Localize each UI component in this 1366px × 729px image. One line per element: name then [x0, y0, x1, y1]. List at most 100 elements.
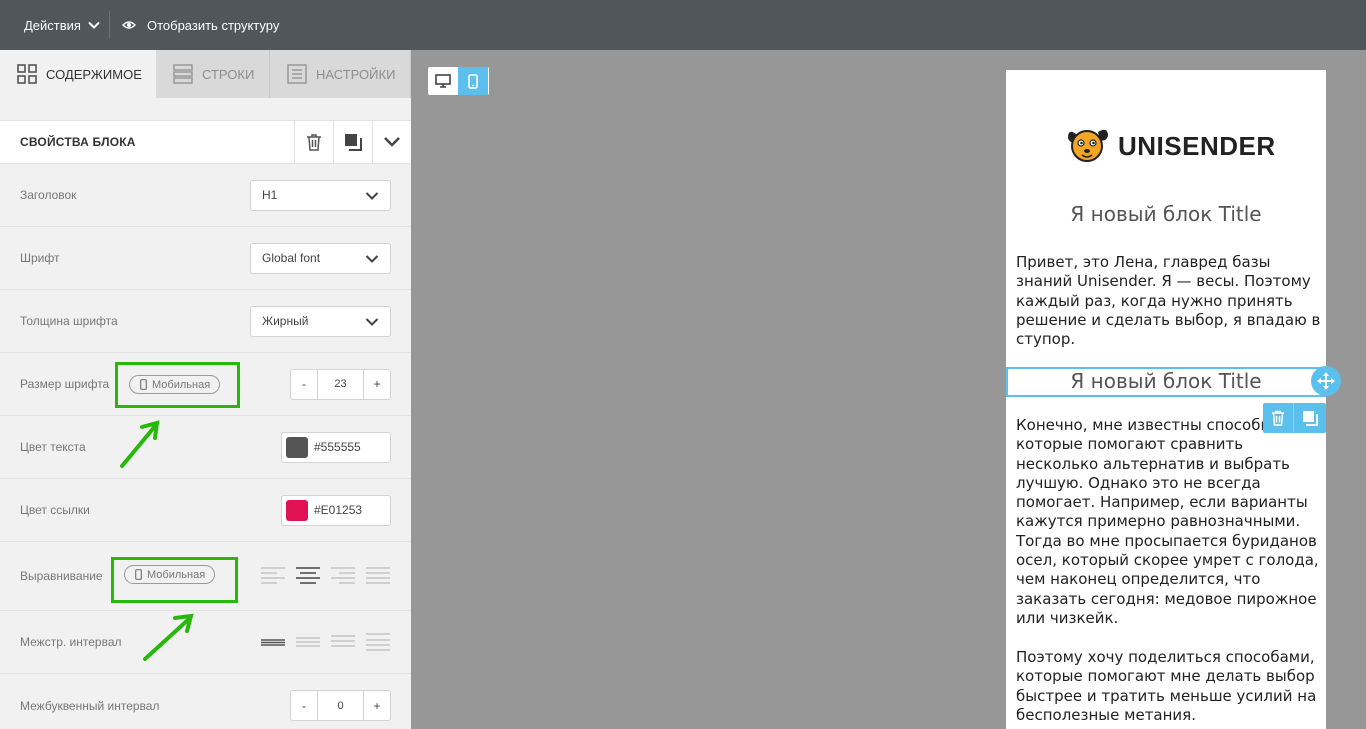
heading-label: Заголовок [20, 188, 77, 202]
heading-value: H1 [262, 188, 278, 202]
font-weight-label: Толщина шрифта [20, 314, 118, 328]
decrement-button[interactable]: - [291, 370, 317, 399]
logo-text: UNISENDER [1118, 130, 1276, 161]
font-weight-value: Жирный [262, 314, 309, 328]
eye-icon [121, 21, 136, 29]
align-left-icon[interactable] [261, 566, 285, 584]
delete-block-button[interactable] [1263, 403, 1294, 433]
text-block[interactable]: Привет, это Лена, главред базы знаний Un… [1016, 253, 1321, 349]
chevron-down-icon [365, 254, 379, 263]
move-arrows-icon [1317, 372, 1335, 390]
line-height-wide-icon[interactable] [331, 633, 355, 651]
font-size-row: Размер шрифта Мобильная - 23 + [0, 353, 411, 416]
block-properties-header: СВОЙСТВА БЛОКА [0, 120, 411, 164]
alignment-label: Выравнивание [20, 569, 103, 583]
tab-rows[interactable]: СТРОКИ [156, 50, 270, 98]
letter-spacing-stepper: - 0 + [290, 690, 391, 721]
font-label: Шрифт [20, 251, 60, 265]
divider [108, 11, 110, 39]
dog-mascot-icon [1068, 129, 1108, 162]
annotation-arrow [120, 420, 160, 468]
email-preview: UNISENDER Я новый блок Title Привет, это… [1006, 70, 1326, 729]
mobile-phone-icon [468, 73, 478, 89]
desktop-icon [435, 74, 451, 88]
tab-settings[interactable]: НАСТРОЙКИ [270, 50, 411, 98]
desktop-view-button[interactable] [428, 67, 458, 95]
font-row: Шрифт Global font [0, 227, 411, 290]
line-height-tight-icon[interactable] [261, 633, 285, 651]
font-weight-row: Толщина шрифта Жирный [0, 290, 411, 353]
duplicate-block-button[interactable] [1294, 403, 1325, 433]
settings-doc-icon [287, 64, 307, 84]
mobile-tag-label: Мобильная [152, 378, 211, 391]
chevron-down-icon [384, 137, 400, 147]
annotation-arrow [143, 613, 194, 661]
font-select[interactable]: Global font [250, 242, 391, 274]
line-height-row: Межстр. интервал [0, 611, 411, 674]
tab-rows-label: СТРОКИ [202, 66, 255, 82]
show-structure-toggle[interactable]: Отобразить структуру [121, 17, 280, 33]
text-color-label: Цвет текста [20, 440, 86, 454]
unisender-logo: UNISENDER [1066, 126, 1276, 166]
font-value: Global font [262, 251, 321, 265]
actions-label: Действия [24, 17, 81, 33]
duplicate-icon [1302, 411, 1318, 426]
font-size-label: Размер шрифта [20, 377, 110, 391]
line-height-options [261, 633, 401, 651]
alignment-options [261, 566, 401, 584]
link-color-picker[interactable]: #E01253 [281, 494, 391, 526]
letter-spacing-value[interactable]: 0 [317, 691, 364, 720]
mobile-tag[interactable]: Мобильная [124, 565, 216, 584]
actions-menu[interactable]: Действия [0, 0, 101, 50]
panel-tabs: СОДЕРЖИМОЕ СТРОКИ НАСТРОЙКИ [0, 50, 411, 98]
duplicate-block-button[interactable] [333, 120, 372, 164]
mobile-view-button[interactable] [458, 67, 488, 95]
collapse-button[interactable] [372, 120, 411, 164]
text-block[interactable]: Конечно, мне известны способы, которые п… [1016, 416, 1321, 628]
chevron-down-icon [365, 191, 379, 200]
font-weight-select[interactable]: Жирный [250, 305, 391, 337]
increment-button[interactable]: + [364, 691, 390, 720]
link-color-row: Цвет ссылки #E01253 [0, 479, 411, 542]
title-block[interactable]: Я новый блок Title [1006, 202, 1326, 226]
line-height-normal-icon[interactable] [296, 633, 320, 651]
align-right-icon[interactable] [331, 566, 355, 584]
heading-select[interactable]: H1 [250, 179, 391, 211]
align-center-icon[interactable] [296, 566, 320, 584]
decrement-button[interactable]: - [291, 691, 317, 720]
selected-title-block[interactable]: Я новый блок Title [1006, 369, 1326, 393]
font-size-value[interactable]: 23 [317, 369, 364, 399]
trash-icon [1272, 410, 1284, 426]
block-properties-title: СВОЙСТВА БЛОКА [20, 135, 136, 149]
color-swatch [286, 436, 308, 458]
letter-spacing-label: Межбуквенный интервал [20, 698, 160, 713]
color-swatch [286, 499, 308, 521]
letter-spacing-row: Межбуквенный интервал - 0 + [0, 674, 411, 729]
link-color-label: Цвет ссылки [20, 503, 90, 517]
tab-settings-label: НАСТРОЙКИ [316, 66, 396, 82]
top-bar: Действия Отобразить структуру [0, 0, 1366, 50]
delete-block-button[interactable] [294, 120, 333, 164]
align-justify-icon[interactable] [366, 566, 390, 584]
text-color-picker[interactable]: #555555 [281, 431, 391, 463]
line-height-widest-icon[interactable] [366, 633, 390, 651]
increment-button[interactable]: + [364, 370, 390, 399]
left-panel: СОДЕРЖИМОЕ СТРОКИ НАСТРОЙКИ СВОЙСТВА БЛО… [0, 50, 411, 729]
block-actions [1263, 403, 1326, 433]
chevron-down-icon [365, 317, 379, 326]
text-color-row: Цвет текста #555555 [0, 416, 411, 479]
duplicate-icon [345, 134, 362, 151]
mobile-phone-icon [135, 569, 142, 580]
heading-row: Заголовок H1 [0, 164, 411, 227]
line-height-label: Межстр. интервал [20, 635, 122, 649]
mobile-phone-icon [140, 379, 147, 390]
trash-icon [307, 134, 321, 151]
link-color-value: #E01253 [314, 503, 363, 517]
text-block[interactable]: Поэтому хочу поделиться способами, котор… [1016, 648, 1321, 725]
move-block-handle[interactable] [1311, 366, 1341, 396]
mobile-tag-label: Мобильная [147, 568, 206, 581]
tab-content[interactable]: СОДЕРЖИМОЕ [0, 50, 156, 98]
alignment-row: Выравнивание Мобильная [0, 542, 411, 611]
mobile-tag[interactable]: Мобильная [129, 375, 221, 394]
show-structure-label: Отобразить структуру [146, 17, 280, 33]
